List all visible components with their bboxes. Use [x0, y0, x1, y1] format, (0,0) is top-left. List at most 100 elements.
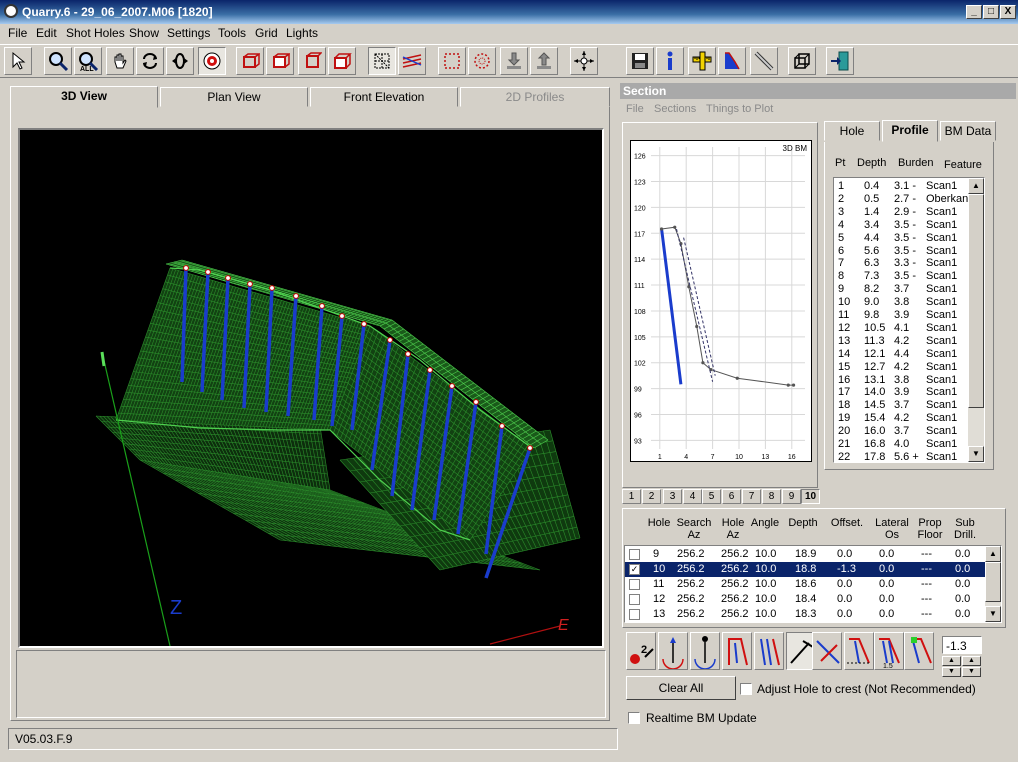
- profile-chart[interactable]: 126 123 120 117 114 111 108 105 102 99 96 93 1 4 7 10 13…: [630, 140, 812, 462]
- info-icon[interactable]: [656, 47, 684, 75]
- app-icon[interactable]: [4, 4, 18, 18]
- scroll-thumb[interactable]: [968, 194, 984, 408]
- profile-blue-icon[interactable]: [718, 47, 746, 75]
- spin-down-left[interactable]: ▼: [942, 667, 961, 677]
- tab-3d-view[interactable]: 3D View: [10, 86, 158, 108]
- hole-row-checkbox[interactable]: [629, 594, 640, 605]
- menu-shot-holes[interactable]: Shot Holes: [66, 26, 125, 40]
- target-icon[interactable]: [198, 47, 226, 75]
- hole-row[interactable]: 11 256.2 256.2 10.0 18.6 0.0 0.0 --- 0.0: [625, 577, 985, 592]
- parallel-holes-icon[interactable]: [754, 632, 784, 670]
- menu-edit[interactable]: Edit: [36, 26, 57, 40]
- menu-file[interactable]: File: [8, 26, 27, 40]
- pointer-icon[interactable]: [4, 47, 32, 75]
- crosshair-icon[interactable]: [570, 47, 598, 75]
- pan-hand-icon[interactable]: [106, 47, 134, 75]
- pencil-icon[interactable]: [750, 47, 778, 75]
- hole-table[interactable]: 9 256.2 256.2 10.0 18.9 0.0 0.0 --- 0.0 ✓ 10 256.2 2…: [624, 545, 1002, 623]
- tab-profile[interactable]: Profile: [882, 120, 938, 142]
- profile-row[interactable]: 20 16.0 3.7 Scan1: [834, 425, 968, 438]
- page-tab-3[interactable]: 3: [663, 489, 682, 504]
- upload-icon[interactable]: [530, 47, 558, 75]
- menu-settings[interactable]: Settings: [167, 26, 210, 40]
- hole-row[interactable]: 9 256.2 256.2 10.0 18.9 0.0 0.0 --- 0.0: [625, 547, 985, 562]
- menu-tools[interactable]: Tools: [218, 26, 246, 40]
- box-side-icon[interactable]: [266, 47, 294, 75]
- orbit-icon[interactable]: [166, 47, 194, 75]
- menu-show[interactable]: Show: [129, 26, 159, 40]
- profile-row[interactable]: 7 6.3 3.3 - Scan1: [834, 257, 968, 270]
- profile-row[interactable]: 13 11.3 4.2 Scan1: [834, 335, 968, 348]
- section-menu-sections[interactable]: Sections: [654, 103, 696, 115]
- page-tab-1[interactable]: 1: [622, 489, 641, 504]
- profile-row[interactable]: 17 14.0 3.9 Scan1: [834, 386, 968, 399]
- azimuth-up-icon[interactable]: [658, 632, 688, 670]
- hole-row-checkbox[interactable]: [629, 579, 640, 590]
- hole-scroll-down-button[interactable]: ▼: [985, 606, 1001, 622]
- profile-list[interactable]: 1 0.4 3.1 - Scan1 2 0.5 2.7 - Oberkan 3 1.4 2.9 - S…: [833, 177, 985, 463]
- profile-row[interactable]: 3 1.4 2.9 - Scan1: [834, 206, 968, 219]
- zoom-all-icon[interactable]: ALL: [74, 47, 102, 75]
- profile-row[interactable]: 2 0.5 2.7 - Oberkan: [834, 193, 968, 206]
- page-tab-7[interactable]: 7: [742, 489, 761, 504]
- profile-row[interactable]: 22 17.8 5.6 + Scan1: [834, 451, 968, 464]
- sub-drill-icon[interactable]: [844, 632, 874, 670]
- page-tab-10[interactable]: 10: [801, 489, 820, 504]
- circle-dots-icon[interactable]: [468, 47, 496, 75]
- line-cross-icon[interactable]: [812, 632, 842, 670]
- hole-row[interactable]: 13 256.2 256.2 10.0 18.3 0.0 0.0 --- 0.0: [625, 607, 985, 622]
- profile-row[interactable]: 11 9.8 3.9 Scan1: [834, 309, 968, 322]
- page-tab-5[interactable]: 5: [702, 489, 721, 504]
- section-menu-file[interactable]: File: [626, 103, 644, 115]
- clear-all-button[interactable]: Clear All: [626, 676, 736, 700]
- hatch-icon[interactable]: [398, 47, 426, 75]
- box-iso-icon[interactable]: [328, 47, 356, 75]
- exit-icon[interactable]: [826, 47, 854, 75]
- spin-down-right[interactable]: ▼: [962, 667, 981, 677]
- tab-hole[interactable]: Hole: [824, 121, 880, 141]
- download-icon[interactable]: [500, 47, 528, 75]
- profile-chart-svg[interactable]: 126 123 120 117 114 111 108 105 102 99 96 93 1 4 7 10 13…: [631, 141, 811, 461]
- select-grid-icon[interactable]: [368, 47, 396, 75]
- adjust-crest-checkbox[interactable]: [740, 683, 752, 695]
- save-icon[interactable]: [626, 47, 654, 75]
- hole-row-checkbox[interactable]: ✓: [629, 564, 640, 575]
- hole-table-scrollbar[interactable]: ▲ ▼: [985, 546, 1001, 622]
- hole-row[interactable]: 12 256.2 256.2 10.0 18.4 0.0 0.0 --- 0.0: [625, 592, 985, 607]
- profile-row[interactable]: 5 4.4 3.5 - Scan1: [834, 232, 968, 245]
- profile-row[interactable]: 10 9.0 3.8 Scan1: [834, 296, 968, 309]
- menu-grid[interactable]: Grid: [255, 26, 278, 40]
- offset-input[interactable]: -1.3: [942, 636, 982, 654]
- section-menu-things-to-plot[interactable]: Things to Plot: [706, 103, 773, 115]
- page-tab-9[interactable]: 9: [782, 489, 801, 504]
- page-tab-4[interactable]: 4: [683, 489, 702, 504]
- select-rect-icon[interactable]: [438, 47, 466, 75]
- hole-angle-icon[interactable]: [722, 632, 752, 670]
- minimize-button[interactable]: _: [966, 5, 982, 19]
- profile-row[interactable]: 18 14.5 3.7 Scan1: [834, 399, 968, 412]
- 2-points-icon[interactable]: 2: [626, 632, 656, 670]
- profile-row[interactable]: 16 13.1 3.8 Scan1: [834, 374, 968, 387]
- profile-row[interactable]: 1 0.4 3.1 - Scan1: [834, 180, 968, 193]
- tab-front-elevation[interactable]: Front Elevation: [310, 87, 458, 107]
- hole-row-checkbox[interactable]: [629, 609, 640, 620]
- tab-plan-view[interactable]: Plan View: [160, 87, 308, 107]
- zoom-icon[interactable]: [44, 47, 72, 75]
- green-hole-icon[interactable]: [904, 632, 934, 670]
- profile-row[interactable]: 6 5.6 3.5 - Scan1: [834, 245, 968, 258]
- maximize-button[interactable]: □: [983, 5, 999, 19]
- profile-row[interactable]: 12 10.5 4.1 Scan1: [834, 322, 968, 335]
- realtime-bm-checkbox[interactable]: [628, 712, 640, 724]
- tab-bm-data[interactable]: BM Data: [940, 121, 996, 141]
- box-front-icon[interactable]: [236, 47, 264, 75]
- scroll-down-button[interactable]: ▼: [968, 446, 984, 462]
- 3d-scene[interactable]: Z E: [20, 130, 602, 646]
- box-top-icon[interactable]: [298, 47, 326, 75]
- spin-up-left[interactable]: ▲: [942, 656, 961, 666]
- profile-row[interactable]: 15 12.7 4.2 Scan1: [834, 361, 968, 374]
- close-button[interactable]: X: [1000, 5, 1016, 19]
- menu-lights[interactable]: Lights: [286, 26, 318, 40]
- azimuth-down-icon[interactable]: [690, 632, 720, 670]
- spin-up-right[interactable]: ▲: [962, 656, 981, 666]
- page-tab-6[interactable]: 6: [722, 489, 741, 504]
